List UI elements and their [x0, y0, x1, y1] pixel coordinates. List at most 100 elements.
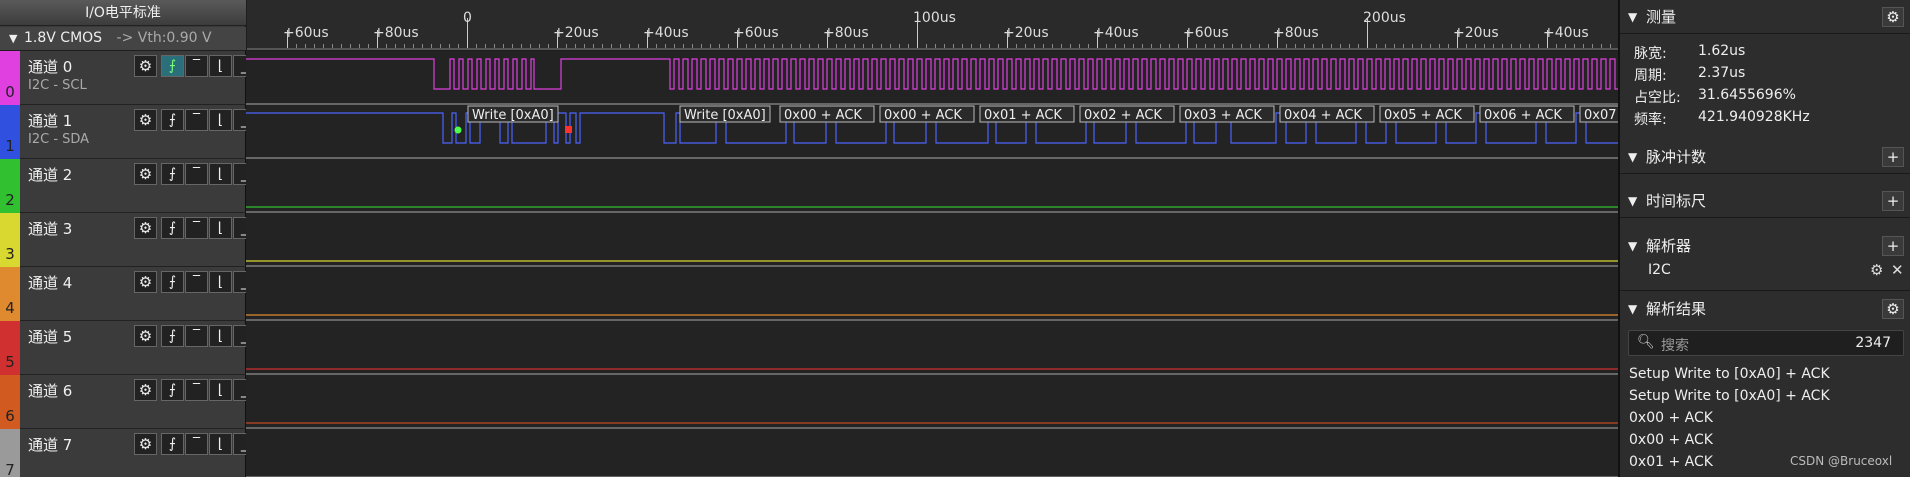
falling-edge-trigger-icon[interactable]: ⌊	[209, 217, 232, 239]
high-level-trigger-icon[interactable]: ‾	[185, 325, 208, 347]
channel-settings-gear-icon[interactable]: ⚙	[134, 163, 157, 185]
time-ruler[interactable]: +60us +80us 0 +20us +40us +60us +80us 100us +20u…	[247, 0, 1618, 50]
channel-color-strip: 4	[0, 267, 20, 321]
ruler-minor-tick	[1376, 44, 1377, 48]
channel-label-panel[interactable]: 通道 0 I2C - SCL ⚙ ⨍ ‾ ⌊ _	[20, 51, 256, 105]
high-level-trigger-icon[interactable]: ‾	[185, 55, 208, 77]
pulse-count-section-header[interactable]: ▼ 脉冲计数 +	[1620, 140, 1910, 174]
high-level-trigger-icon[interactable]: ‾	[185, 109, 208, 131]
add-icon[interactable]: +	[1882, 236, 1904, 256]
io-level-select[interactable]: ▼ 1.8V CMOS -> Vth:0.90 V	[0, 27, 246, 50]
decode-label[interactable]: 0x07	[1579, 105, 1618, 123]
channel-waveform[interactable]	[246, 267, 1618, 321]
channel-waveform[interactable]	[246, 429, 1618, 477]
channel-settings-gear-icon[interactable]: ⚙	[134, 55, 157, 77]
results-gear-icon[interactable]: ⚙	[1882, 299, 1904, 319]
time-ruler-section-header[interactable]: ▼ 时间标尺 +	[1620, 184, 1910, 218]
rising-edge-trigger-icon[interactable]: ⨍	[161, 163, 184, 185]
rising-edge-trigger-icon[interactable]: ⨍	[161, 271, 184, 293]
rising-edge-trigger-icon[interactable]: ⨍	[161, 217, 184, 239]
channel-label-panel[interactable]: 通道 7 ⚙ ⨍ ‾ ⌊ _	[20, 429, 256, 477]
result-item[interactable]: 0x00 + ACK	[1629, 432, 1713, 448]
channel-settings-gear-icon[interactable]: ⚙	[134, 109, 157, 131]
channel-settings-gear-icon[interactable]: ⚙	[134, 379, 157, 401]
ruler-minor-tick	[404, 44, 405, 48]
analyzer-gear-icon[interactable]: ⚙	[1870, 261, 1883, 279]
rising-edge-trigger-icon[interactable]: ⨍	[161, 433, 184, 455]
measure-section-header[interactable]: ▼ 测量 ⚙	[1620, 0, 1910, 34]
add-icon[interactable]: +	[1882, 147, 1904, 167]
channel-label-panel[interactable]: 通道 2 ⚙ ⨍ ‾ ⌊ _	[20, 159, 256, 213]
decode-label[interactable]: 0x05 + ACK	[1379, 105, 1475, 123]
channel-waveform[interactable]	[246, 159, 1618, 213]
decode-label[interactable]: 0x03 + ACK	[1179, 105, 1275, 123]
result-item[interactable]: 0x00 + ACK	[1629, 410, 1713, 426]
high-level-trigger-icon[interactable]: ‾	[185, 379, 208, 401]
channel-waveform[interactable]: Write [0xA0] Write [0xA0] 0x00 + ACK 0x00 +…	[246, 105, 1618, 159]
results-search-input[interactable]: 🔍︎ 搜索 2347	[1628, 330, 1904, 356]
channel-label-panel[interactable]: 通道 6 ⚙ ⨍ ‾ ⌊ _	[20, 375, 256, 429]
waveform-svg	[246, 206, 1618, 208]
analyzer-item-i2c[interactable]: I2C	[1648, 262, 1671, 278]
decode-label[interactable]: 0x02 + ACK	[1079, 105, 1175, 123]
decode-label[interactable]: Write [0xA0]	[467, 105, 559, 123]
channel-color-strip: 0	[0, 51, 20, 105]
channel-waveform[interactable]	[246, 51, 1618, 105]
high-level-trigger-icon[interactable]: ‾	[185, 433, 208, 455]
result-item[interactable]: Setup Write to [0xA0] + ACK	[1629, 366, 1830, 382]
channel-row: 6 通道 6 ⚙ ⨍ ‾ ⌊ _	[0, 375, 1618, 429]
ruler-minor-tick	[1025, 44, 1026, 48]
falling-edge-trigger-icon[interactable]: ⌊	[209, 325, 232, 347]
result-item[interactable]: Setup Write to [0xA0] + ACK	[1629, 388, 1830, 404]
decode-label[interactable]: 0x06 + ACK	[1479, 105, 1575, 123]
decode-label[interactable]: 0x04 + ACK	[1279, 105, 1375, 123]
rising-edge-trigger-icon[interactable]: ⨍	[161, 325, 184, 347]
ruler-minor-tick	[1169, 44, 1170, 48]
high-level-trigger-icon[interactable]: ‾	[185, 163, 208, 185]
ruler-minor-tick	[881, 44, 882, 48]
decode-label[interactable]: Write [0xA0]	[679, 105, 771, 123]
channel-settings-gear-icon[interactable]: ⚙	[134, 217, 157, 239]
falling-edge-trigger-icon[interactable]: ⌊	[209, 271, 232, 293]
channel-label-panel[interactable]: 通道 4 ⚙ ⨍ ‾ ⌊ _	[20, 267, 256, 321]
falling-edge-trigger-icon[interactable]: ⌊	[209, 55, 232, 77]
results-count: 2347	[1855, 335, 1891, 351]
high-level-trigger-icon[interactable]: ‾	[185, 271, 208, 293]
ruler-minor-tick	[701, 44, 702, 48]
measure-value: 1.62us	[1698, 43, 1746, 59]
measure-row: 占空比: 31.6455696%	[1634, 87, 1796, 107]
results-section-header[interactable]: ▼ 解析结果 ⚙	[1620, 292, 1910, 326]
channel-waveform[interactable]	[246, 321, 1618, 375]
channel-label-panel[interactable]: 通道 1 I2C - SDA ⚙ ⨍ ‾ ⌊ _	[20, 105, 256, 159]
falling-edge-trigger-icon[interactable]: ⌊	[209, 163, 232, 185]
falling-edge-trigger-icon[interactable]: ⌊	[209, 379, 232, 401]
channel-label-panel[interactable]: 通道 5 ⚙ ⨍ ‾ ⌊ _	[20, 321, 256, 375]
decode-label[interactable]: 0x00 + ACK	[879, 105, 975, 123]
channel-label-panel[interactable]: 通道 3 ⚙ ⨍ ‾ ⌊ _	[20, 213, 256, 267]
falling-edge-trigger-icon[interactable]: ⌊	[209, 433, 232, 455]
rising-edge-trigger-icon[interactable]: ⨍	[161, 379, 184, 401]
channel-settings-gear-icon[interactable]: ⚙	[134, 271, 157, 293]
ruler-minor-tick	[629, 44, 630, 48]
ruler-minor-tick	[1250, 44, 1251, 48]
decode-label[interactable]: 0x00 + ACK	[779, 105, 875, 123]
channel-settings-gear-icon[interactable]: ⚙	[134, 325, 157, 347]
falling-edge-trigger-icon[interactable]: ⌊	[209, 109, 232, 131]
channel-trigger-buttons: ⚙ ⨍ ‾ ⌊ _	[134, 433, 257, 455]
analyzer-section-header[interactable]: ▼ 解析器 +	[1620, 229, 1910, 263]
add-icon[interactable]: +	[1882, 191, 1904, 211]
channel-number: 0	[5, 83, 15, 101]
ruler-minor-tick	[305, 44, 306, 48]
measure-gear-icon[interactable]: ⚙	[1882, 7, 1904, 27]
high-level-trigger-icon[interactable]: ‾	[185, 217, 208, 239]
channel-waveform[interactable]	[246, 375, 1618, 429]
result-item[interactable]: 0x01 + ACK	[1629, 454, 1713, 470]
channel-row: 5 通道 5 ⚙ ⨍ ‾ ⌊ _	[0, 321, 1618, 375]
ruler-minor-tick	[1268, 44, 1269, 48]
analyzer-close-icon[interactable]: ✕	[1891, 261, 1904, 279]
decode-label[interactable]: 0x01 + ACK	[979, 105, 1075, 123]
channel-waveform[interactable]	[246, 213, 1618, 267]
channel-settings-gear-icon[interactable]: ⚙	[134, 433, 157, 455]
rising-edge-trigger-icon[interactable]: ⨍	[161, 109, 184, 131]
rising-edge-trigger-icon[interactable]: ⨍	[161, 55, 184, 77]
